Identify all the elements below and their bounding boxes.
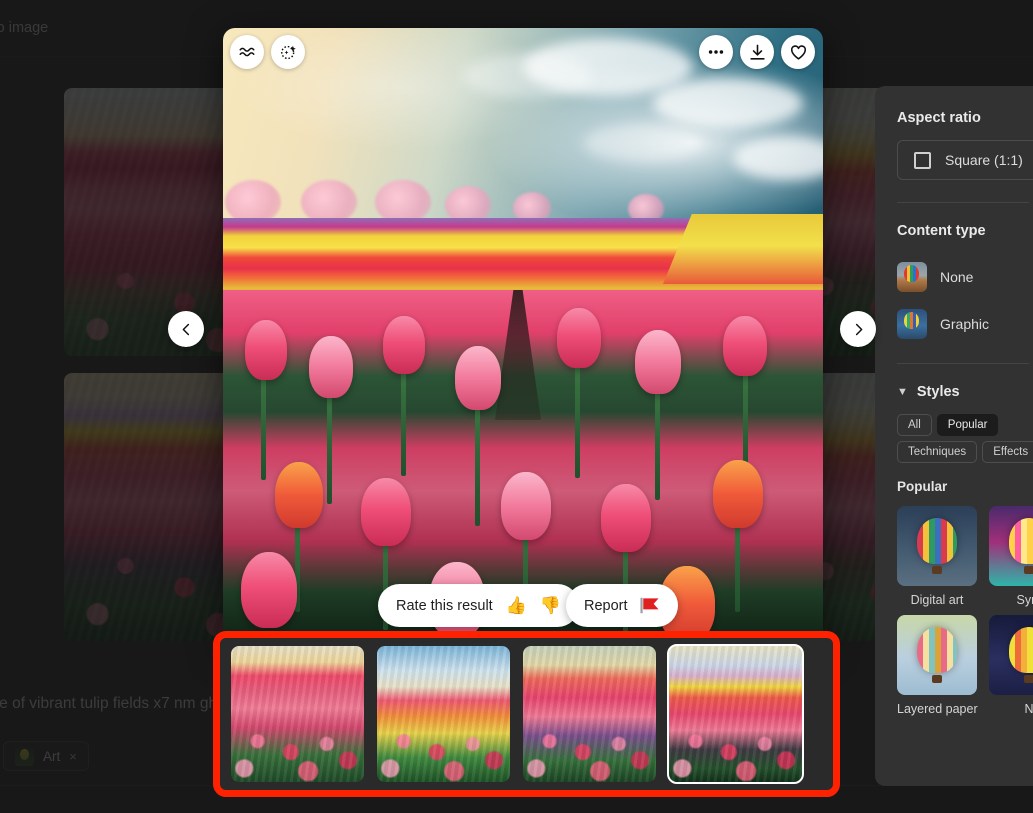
style-item-layered-paper[interactable]: Layered paper <box>897 615 978 716</box>
chip-popular[interactable]: Popular <box>936 414 999 436</box>
app-root: Text to image stic image of vibrant tuli… <box>0 0 1033 813</box>
style-item-4[interactable]: N <box>989 615 1033 716</box>
rate-result-bar: Rate this result 👍 👎 <box>378 584 580 627</box>
content-type-label: Graphic <box>940 315 990 332</box>
chip-effects[interactable]: Effects <box>982 441 1033 463</box>
report-label: Report <box>584 597 628 614</box>
show-similar-icon <box>239 47 255 57</box>
thumbnail-filmstrip <box>220 638 833 790</box>
download-button[interactable] <box>740 35 774 69</box>
style-thumbnail <box>897 506 977 586</box>
style-grid: Digital art Synt Layered paper N <box>897 506 1033 716</box>
content-type-option-graphic[interactable]: Graphic <box>897 300 1033 347</box>
more-options-button[interactable] <box>699 35 733 69</box>
style-item-digital-art[interactable]: Digital art <box>897 506 977 607</box>
divider <box>897 202 1029 203</box>
style-item-synthwave[interactable]: Synt <box>989 506 1033 607</box>
sparkle-enhance-icon <box>280 45 296 59</box>
thumbnail-4[interactable] <box>667 644 804 784</box>
thumbnail-2[interactable] <box>377 646 510 782</box>
style-label: Digital art <box>910 593 964 607</box>
square-icon <box>914 151 931 169</box>
style-thumbnail <box>989 615 1033 695</box>
settings-panel: Aspect ratio Square (1:1) Content type N… <box>875 86 1033 786</box>
content-type-label: None <box>940 268 974 285</box>
favorite-button[interactable] <box>781 35 815 69</box>
style-filter-chips: All Popular Techniques Effects <box>897 414 1033 463</box>
styles-section-header[interactable]: ▼ Styles <box>897 384 1033 400</box>
previous-image-button[interactable] <box>168 311 204 347</box>
style-label: N <box>1024 702 1033 716</box>
balloon-thumbnail-icon <box>897 308 927 339</box>
chevron-left-icon <box>182 323 189 335</box>
style-label: Synt <box>1016 593 1033 607</box>
divider <box>897 363 1029 364</box>
enhance-button[interactable] <box>271 35 305 69</box>
hero-image <box>223 28 823 649</box>
download-icon <box>749 44 765 60</box>
thumbs-up-icon[interactable]: 👍 <box>506 597 527 614</box>
aspect-ratio-title: Aspect ratio <box>897 110 981 126</box>
report-button[interactable]: Report <box>566 584 678 627</box>
chip-all[interactable]: All <box>897 414 932 436</box>
balloon-thumbnail-icon <box>897 261 927 292</box>
chevron-down-icon: ▼ <box>897 386 908 398</box>
popular-section-title: Popular <box>897 479 948 494</box>
favorite-heart-icon <box>790 44 806 60</box>
thumbs-down-icon[interactable]: 👎 <box>540 597 561 614</box>
next-image-button[interactable] <box>840 311 876 347</box>
thumbnail-1[interactable] <box>231 646 364 782</box>
style-thumbnail <box>989 506 1033 586</box>
content-type-option-none[interactable]: None <box>897 253 1033 300</box>
thumbnail-3[interactable] <box>523 646 656 782</box>
red-flag-icon <box>639 597 659 614</box>
image-preview-modal: Rate this result 👍 👎 Report <box>223 28 823 649</box>
aspect-ratio-value: Square (1:1) <box>945 152 1023 168</box>
content-type-title: Content type <box>897 223 986 239</box>
thumbnail-filmstrip-highlight <box>213 631 840 797</box>
rate-label: Rate this result <box>396 597 493 614</box>
style-thumbnail <box>897 615 977 695</box>
style-label: Layered paper <box>897 702 978 716</box>
more-options-icon <box>708 50 724 54</box>
aspect-ratio-select[interactable]: Square (1:1) <box>897 140 1033 180</box>
show-similar-button[interactable] <box>230 35 264 69</box>
chip-techniques[interactable]: Techniques <box>897 441 978 463</box>
chevron-right-icon <box>855 323 862 335</box>
styles-title: Styles <box>916 384 960 400</box>
